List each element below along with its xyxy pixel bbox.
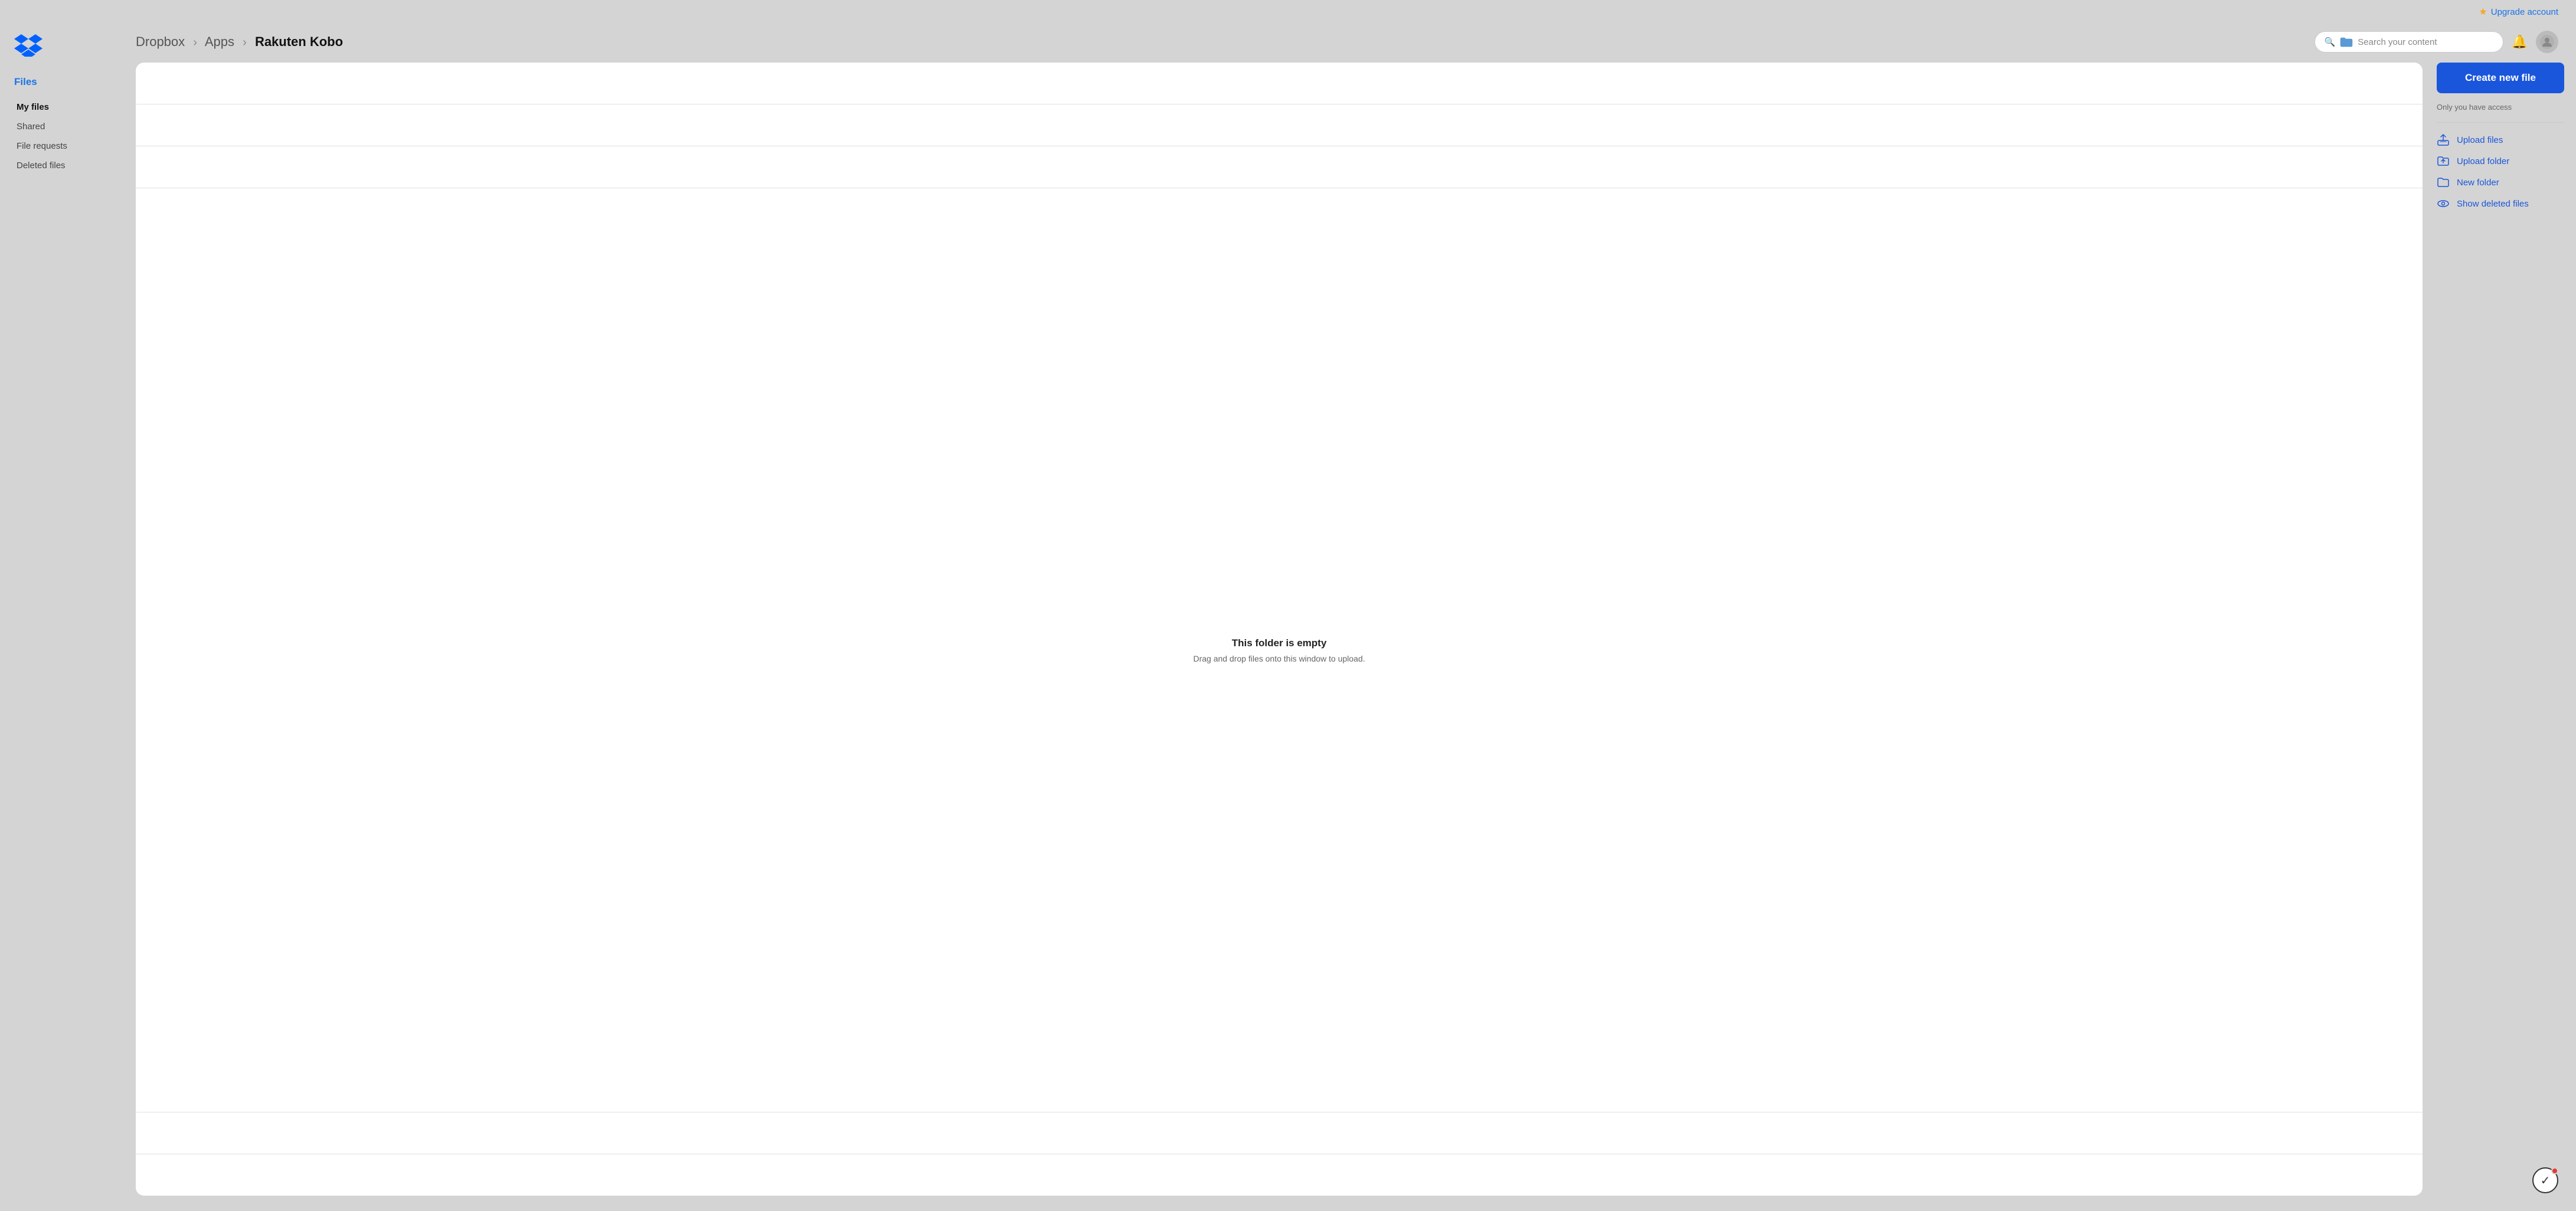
access-note: Only you have access bbox=[2437, 100, 2564, 114]
content-area: Dropbox › Apps › Rakuten Kobo 🔍 Search y… bbox=[130, 21, 2576, 1205]
show-deleted-files-label: Show deleted files bbox=[2457, 199, 2529, 209]
new-folder-action[interactable]: New folder bbox=[2437, 176, 2564, 189]
main-panel: This folder is empty Drag and drop files… bbox=[130, 63, 2576, 1196]
breadcrumb-sep-1: › bbox=[193, 36, 197, 49]
file-area-top-row bbox=[136, 63, 2423, 104]
sidebar: Files My files Shared File requests Dele… bbox=[0, 21, 130, 1205]
file-area: This folder is empty Drag and drop files… bbox=[136, 63, 2423, 1196]
breadcrumb: Dropbox › Apps › Rakuten Kobo bbox=[136, 34, 2309, 50]
sidebar-item-deleted-files[interactable]: Deleted files bbox=[14, 157, 118, 174]
create-new-file-button[interactable]: Create new file bbox=[2437, 63, 2564, 93]
content-header: Dropbox › Apps › Rakuten Kobo 🔍 Search y… bbox=[130, 31, 2576, 63]
breadcrumb-dropbox: Dropbox bbox=[136, 34, 185, 49]
upload-folder-label: Upload folder bbox=[2457, 156, 2509, 166]
main-layout: Files My files Shared File requests Dele… bbox=[0, 21, 2576, 1205]
sidebar-item-file-requests[interactable]: File requests bbox=[14, 138, 118, 155]
sidebar-nav: My files Shared File requests Deleted fi… bbox=[14, 99, 118, 174]
checkmark-icon: ✓ bbox=[2541, 1173, 2551, 1188]
breadcrumb-current: Rakuten Kobo bbox=[255, 34, 343, 49]
empty-title: This folder is empty bbox=[1232, 637, 1327, 649]
file-area-bottom-row bbox=[136, 1154, 2423, 1196]
sync-status-button[interactable]: ✓ bbox=[2532, 1167, 2558, 1193]
star-icon: ★ bbox=[2479, 6, 2487, 18]
sidebar-item-shared[interactable]: Shared bbox=[14, 118, 118, 135]
file-area-row-3 bbox=[136, 146, 2423, 188]
action-list: Upload files Upload folder bbox=[2437, 133, 2564, 210]
right-divider bbox=[2437, 122, 2564, 123]
empty-state: This folder is empty Drag and drop files… bbox=[136, 188, 2423, 1112]
upload-files-label: Upload files bbox=[2457, 135, 2503, 145]
top-bar: ★ Upgrade account bbox=[0, 0, 2576, 21]
search-icon: 🔍 bbox=[2325, 37, 2336, 47]
upgrade-link[interactable]: ★ Upgrade account bbox=[2479, 6, 2558, 18]
sidebar-logo bbox=[14, 33, 118, 60]
search-bar[interactable]: 🔍 Search your content bbox=[2315, 31, 2503, 53]
dropbox-logo-icon bbox=[14, 33, 43, 57]
upload-file-icon bbox=[2437, 133, 2450, 146]
search-placeholder: Search your content bbox=[2358, 37, 2437, 47]
notifications-button[interactable]: 🔔 bbox=[2509, 32, 2530, 52]
file-area-row-5 bbox=[136, 1112, 2423, 1154]
file-area-row-2 bbox=[136, 104, 2423, 146]
sidebar-section-title: Files bbox=[14, 76, 118, 88]
breadcrumb-apps: Apps bbox=[205, 34, 234, 49]
sidebar-item-my-files[interactable]: My files bbox=[14, 99, 118, 116]
new-folder-label: New folder bbox=[2457, 178, 2499, 188]
show-deleted-files-action[interactable]: Show deleted files bbox=[2437, 197, 2564, 210]
upload-files-action[interactable]: Upload files bbox=[2437, 133, 2564, 146]
avatar-button[interactable] bbox=[2536, 31, 2558, 53]
empty-subtitle: Drag and drop files onto this window to … bbox=[1193, 654, 1365, 663]
breadcrumb-sep-2: › bbox=[243, 36, 247, 49]
new-folder-icon bbox=[2437, 176, 2450, 189]
upload-folder-icon bbox=[2437, 155, 2450, 168]
upgrade-label: Upgrade account bbox=[2491, 7, 2558, 17]
notification-dot bbox=[2551, 1167, 2558, 1174]
right-panel: Create new file Only you have access bbox=[2423, 63, 2564, 1196]
search-folder-icon bbox=[2340, 37, 2353, 47]
upload-folder-action[interactable]: Upload folder bbox=[2437, 155, 2564, 168]
eye-icon bbox=[2437, 197, 2450, 210]
avatar-icon bbox=[2540, 35, 2554, 49]
